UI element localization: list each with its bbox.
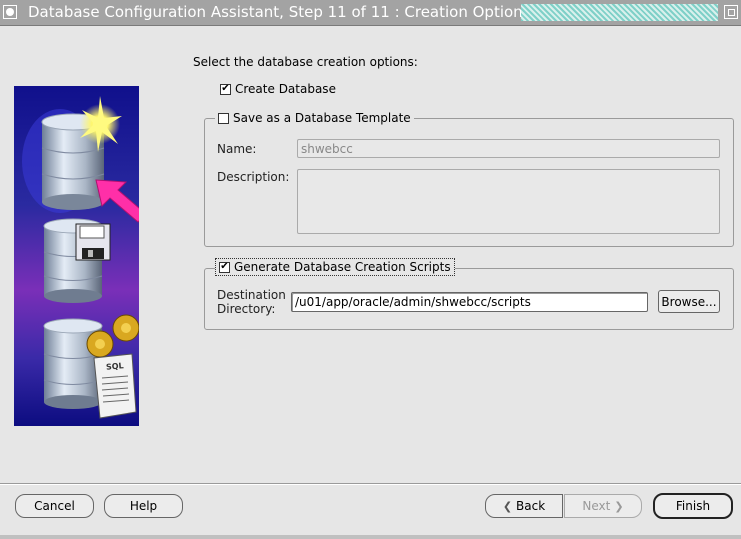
help-button[interactable]: Help [104, 494, 183, 518]
template-description-label: Description: [217, 170, 290, 184]
wizard-illustration: SQL [14, 86, 139, 426]
window-menu-icon[interactable] [3, 5, 17, 19]
chevron-right-icon: ❯ [614, 499, 624, 513]
creation-options-prompt: Select the database creation options: [193, 55, 418, 69]
template-name-label: Name: [217, 142, 257, 156]
next-button[interactable]: Next ❯ [564, 494, 642, 518]
back-button[interactable]: ❮ Back [485, 494, 563, 518]
window-title: Database Configuration Assistant, Step 1… [28, 3, 531, 21]
save-template-label: Save as a Database Template [233, 111, 411, 125]
window-bottom-border [0, 535, 741, 539]
maximize-icon[interactable] [724, 5, 738, 19]
destination-directory-field[interactable] [291, 292, 648, 312]
destination-label-line1: Destination [217, 288, 286, 302]
browse-button[interactable]: Browse... [658, 290, 720, 313]
sql-scroll-label: SQL [105, 361, 125, 372]
title-bar: Database Configuration Assistant, Step 1… [0, 0, 741, 26]
generate-scripts-option[interactable]: ✔ Generate Database Creation Scripts [215, 258, 455, 276]
create-database-label: Create Database [235, 82, 336, 96]
destination-directory-label: Destination Directory: [217, 288, 286, 316]
create-database-option[interactable]: ✔ Create Database [220, 82, 336, 96]
footer-separator [0, 483, 741, 485]
save-template-checkbox[interactable] [218, 112, 229, 124]
template-name-field[interactable] [297, 139, 720, 158]
template-description-field[interactable] [297, 169, 720, 234]
chevron-left-icon: ❮ [502, 499, 513, 513]
next-label: Next [582, 499, 611, 513]
generate-scripts-checkbox[interactable]: ✔ [219, 261, 230, 273]
destination-label-line2: Directory: [217, 302, 276, 316]
help-label: Help [129, 499, 158, 513]
title-bar-drag-area[interactable] [521, 4, 718, 21]
finish-label: Finish [675, 499, 711, 513]
back-label: Back [516, 499, 546, 513]
create-database-checkbox[interactable]: ✔ [220, 83, 231, 95]
save-template-option[interactable]: Save as a Database Template [215, 111, 414, 125]
cancel-label: Cancel [34, 499, 75, 513]
database-illustration-icon [14, 86, 139, 426]
cancel-button[interactable]: Cancel [15, 494, 94, 518]
generate-scripts-label: Generate Database Creation Scripts [234, 260, 451, 274]
finish-button[interactable]: Finish [653, 493, 733, 519]
